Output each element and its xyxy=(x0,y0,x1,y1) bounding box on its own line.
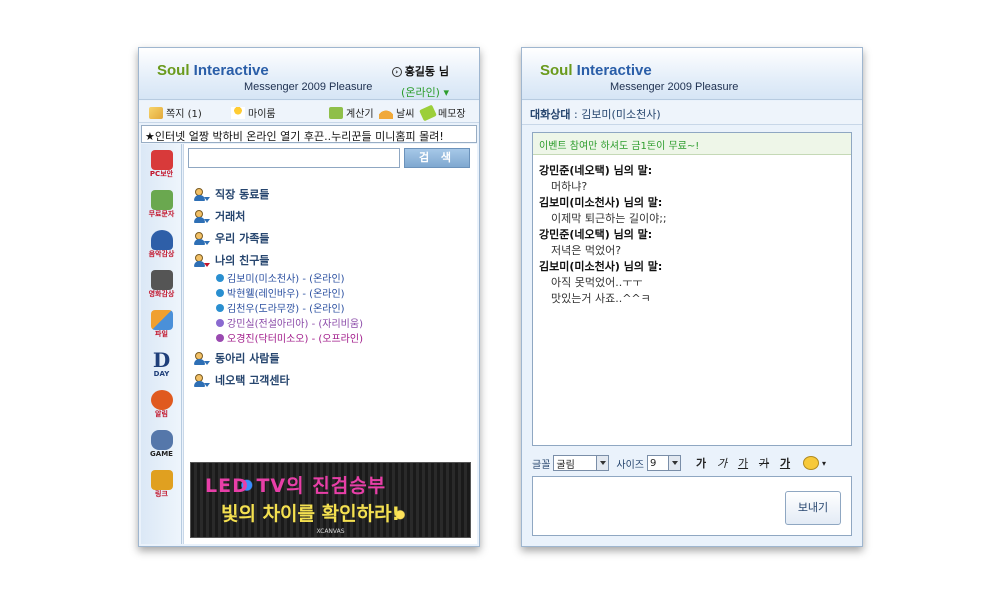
group-support[interactable]: 네오택 고객센타 xyxy=(194,372,290,388)
group-family[interactable]: 우리 가족들 xyxy=(194,230,269,246)
brand-subtitle: Messenger 2009 Pleasure xyxy=(610,81,739,93)
status-dropdown[interactable]: (온라인) ▾ xyxy=(392,84,449,100)
italic-button[interactable]: 가 xyxy=(713,455,731,471)
chevron-down-icon xyxy=(596,456,609,470)
buddy-group-icon xyxy=(194,187,210,201)
strikethrough-button[interactable]: 가 xyxy=(755,455,773,471)
sidebar-item-security[interactable]: PC보안 xyxy=(141,148,182,184)
group-club[interactable]: 동아리 사람들 xyxy=(194,350,280,366)
buddy-list-window: Soul Interactive Messenger 2009 Pleasure… xyxy=(138,47,480,547)
brand-logo: Soul Interactive xyxy=(157,62,269,79)
chevron-down-icon[interactable]: ▾ xyxy=(822,459,826,468)
chat-log[interactable]: 이벤트 참여만 하셔도 금1돈이 무료~! 강민준(네오택) 님의 말: 머하냐… xyxy=(532,132,852,446)
memo-button[interactable]: 메모장 xyxy=(419,104,466,121)
umbrella-icon xyxy=(379,106,393,119)
bold-button[interactable]: 가 xyxy=(692,455,710,471)
message-text: 맛있는거 사죠..^^ㅋ xyxy=(551,292,651,305)
search-button[interactable]: 검 색 xyxy=(404,148,470,168)
envelope-icon xyxy=(149,106,163,119)
sidebar-item-link[interactable]: 링크 xyxy=(141,468,182,504)
group-friends[interactable]: 나의 친구들 xyxy=(194,252,269,268)
calculator-button[interactable]: 계산기 xyxy=(329,105,374,120)
send-button[interactable]: 보내기 xyxy=(785,491,841,525)
sidebar-item-music[interactable]: 음악감상 xyxy=(141,228,182,264)
file-transfer-icon xyxy=(150,310,173,330)
message-list: 강민준(네오택) 님의 말: 머하냐? 김보미(미소천사) 님의 말: 이제막 … xyxy=(533,155,851,315)
event-notice[interactable]: 이벤트 참여만 하셔도 금1돈이 무료~! xyxy=(533,133,851,155)
message-text: 아직 못먹었어..ㅜㅜ xyxy=(551,276,643,289)
sidebar-item-movie[interactable]: 영화감상 xyxy=(141,268,182,304)
person-icon xyxy=(231,106,245,119)
sidebar-item-sms[interactable]: 무료문자 xyxy=(141,188,182,224)
toolbar: 쪽지 (1) 마이룸 계산기 날씨 메모장 xyxy=(139,101,479,123)
search-input[interactable] xyxy=(188,148,400,168)
size-select[interactable]: 9 xyxy=(647,455,682,471)
user-name: 홍길동 님 xyxy=(404,65,449,78)
message-sender: 강민준(네오택) 님의 말: xyxy=(539,228,653,241)
calculator-icon xyxy=(329,106,343,119)
sidebar-item-game[interactable]: GAME xyxy=(141,428,182,464)
online-status-icon xyxy=(216,273,224,282)
contact-item[interactable]: 김천우(도라무깡) - (온라인) xyxy=(216,300,345,315)
buddy-group-open-icon xyxy=(194,253,210,267)
contact-item[interactable]: 강민실(전설아리아) - (자리비움) xyxy=(216,315,363,330)
note-button[interactable]: 쪽지 (1) xyxy=(149,105,202,120)
chevron-down-icon xyxy=(668,456,681,470)
font-color-button[interactable]: 가 xyxy=(776,455,794,471)
offline-status-icon xyxy=(216,333,224,342)
message-sender: 김보미(미소천사) 님의 말: xyxy=(539,260,663,273)
partner-name: 김보미(미소천사) xyxy=(581,108,661,121)
ad-banner[interactable]: LED TV의 진검승부 빛의 차이를 확인하라! XCANVAS xyxy=(190,462,471,538)
contact-item[interactable]: 오경진(닥터미소오) - (오프라인) xyxy=(216,330,363,345)
alarm-clock-icon xyxy=(150,390,173,410)
sidebar: PC보안 무료문자 음악감상 영화감상 파일 D DAY 알림 GAME 링크 xyxy=(141,144,182,544)
message-text: 이제막 퇴근하는 길이야;; xyxy=(551,212,667,225)
message-input[interactable]: 보내기 xyxy=(532,476,852,536)
dday-icon: D xyxy=(152,348,171,372)
arrow-circle-icon[interactable]: › xyxy=(391,67,402,77)
sidebar-item-dday[interactable]: D DAY xyxy=(141,348,182,384)
myroom-button[interactable]: 마이룸 xyxy=(231,105,276,120)
online-status-icon xyxy=(216,288,224,297)
weather-button[interactable]: 날씨 xyxy=(379,105,414,120)
camera-icon xyxy=(150,270,173,290)
brand-subtitle: Messenger 2009 Pleasure xyxy=(244,81,373,93)
buddy-group-icon xyxy=(194,231,210,245)
buddy-group-icon xyxy=(194,373,210,387)
sidebar-item-file[interactable]: 파일 xyxy=(141,308,182,344)
message-sender: 김보미(미소천사) 님의 말: xyxy=(539,196,663,209)
format-toolbar: 글꼴 굴림 사이즈 9 가 가 가 가 가 ▾ xyxy=(532,455,827,471)
news-ticker[interactable]: ★인터넷 얼짱 박하비 온라인 열기 후끈..누리꾼들 미니홈피 몰려! xyxy=(141,125,477,143)
headphones-icon xyxy=(150,230,173,250)
chat-window: Soul Interactive Messenger 2009 Pleasure… xyxy=(521,47,863,547)
group-clients[interactable]: 거래처 xyxy=(194,208,245,224)
pencil-icon xyxy=(419,104,437,121)
online-status-icon xyxy=(216,303,224,312)
font-select[interactable]: 굴림 xyxy=(553,455,610,471)
contact-item[interactable]: 김보미(미소천사) - (온라인) xyxy=(216,270,345,285)
sidebar-item-alarm[interactable]: 알림 xyxy=(141,388,182,424)
user-block: › 홍길동 님 (온라인) ▾ xyxy=(391,63,449,100)
titlebar: Soul Interactive Messenger 2009 Pleasure xyxy=(522,48,862,100)
group-coworkers[interactable]: 직장 동료들 xyxy=(194,186,269,202)
link-icon xyxy=(150,470,173,490)
buddy-group-icon xyxy=(194,351,210,365)
emoticon-icon[interactable] xyxy=(803,456,820,470)
buddy-list-panel: 검 색 직장 동료들 거래처 우리 가족들 나의 친구들 김보미(미소천사) -… xyxy=(183,144,477,544)
message-sender: 강민준(네오택) 님의 말: xyxy=(539,164,653,177)
chat-partner-bar: 대화상대 : 김보미(미소천사) xyxy=(522,101,862,125)
phone-icon xyxy=(150,190,173,210)
message-text: 저녁은 먹었어? xyxy=(551,244,622,257)
message-text: 머하냐? xyxy=(551,180,588,193)
away-status-icon xyxy=(216,318,224,327)
brand-logo: Soul Interactive xyxy=(540,62,652,79)
underline-button[interactable]: 가 xyxy=(734,455,752,471)
titlebar: Soul Interactive Messenger 2009 Pleasure… xyxy=(139,48,479,100)
shield-icon xyxy=(150,150,173,170)
buddy-group-icon xyxy=(194,209,210,223)
gamepad-icon xyxy=(150,430,173,450)
contact-item[interactable]: 박현웰(레인바우) - (온라인) xyxy=(216,285,345,300)
